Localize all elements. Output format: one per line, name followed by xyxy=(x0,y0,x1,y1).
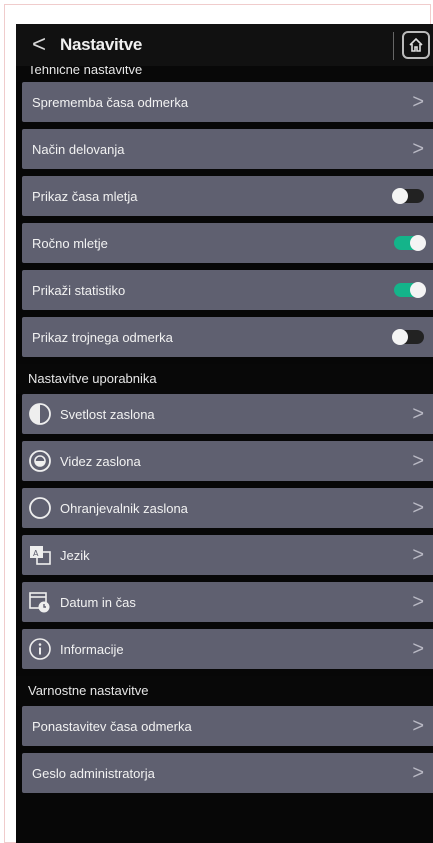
toggle-knob xyxy=(392,188,408,204)
screensaver-icon xyxy=(26,494,54,522)
chevron-right-icon: > xyxy=(412,496,424,519)
chevron-right-icon: > xyxy=(412,590,424,613)
language-icon: A xyxy=(26,541,54,569)
svg-text:A: A xyxy=(33,549,39,558)
setting-label: Informacije xyxy=(60,641,124,657)
setting-reset-dose-time[interactable]: Ponastavitev časa odmerka > xyxy=(22,706,433,746)
setting-change-dose-time[interactable]: Sprememba časa odmerka > xyxy=(22,82,433,122)
setting-screen-brightness[interactable]: Svetlost zaslona > xyxy=(22,394,433,434)
setting-label: Ročno mletje xyxy=(32,235,108,251)
calendar-clock-icon xyxy=(26,588,54,616)
header-divider xyxy=(393,32,394,60)
chevron-right-icon: > xyxy=(412,543,424,566)
setting-show-grind-time: Prikaz časa mletja xyxy=(22,176,433,216)
setting-label: Način delovanja xyxy=(32,141,125,157)
brightness-icon xyxy=(26,400,54,428)
setting-label: Videz zaslona xyxy=(60,453,141,469)
toggle-switch-off[interactable] xyxy=(392,188,424,204)
toggle-switch-on[interactable] xyxy=(394,282,426,298)
chevron-right-icon: > xyxy=(412,137,424,160)
setting-label: Prikaži statistiko xyxy=(32,282,126,298)
page-title: Nastavitve xyxy=(60,35,143,54)
chevron-right-icon: > xyxy=(412,449,424,472)
chevron-right-icon: > xyxy=(412,402,424,425)
setting-operating-mode[interactable]: Način delovanja > xyxy=(22,129,433,169)
toggle-switch-off[interactable] xyxy=(392,329,424,345)
chevron-right-icon: > xyxy=(412,761,424,784)
setting-show-statistics: Prikaži statistiko xyxy=(22,270,433,310)
setting-screen-appearance[interactable]: Videz zaslona > xyxy=(22,441,433,481)
appearance-icon xyxy=(26,447,54,475)
toggle-switch-on[interactable] xyxy=(394,235,426,251)
setting-label: Jezik xyxy=(60,547,90,563)
setting-label: Svetlost zaslona xyxy=(60,406,155,422)
section-safety: Varnostne nastavitve xyxy=(16,676,433,706)
setting-label: Prikaz trojnega odmerka xyxy=(32,329,173,345)
chevron-right-icon: > xyxy=(412,637,424,660)
setting-language[interactable]: A Jezik > xyxy=(22,535,433,575)
toggle-knob xyxy=(410,235,426,251)
top-bar: < Nastavitve xyxy=(16,24,433,66)
section-user: Nastavitve uporabnika xyxy=(16,364,433,394)
setting-label: Ohranjevalnik zaslona xyxy=(60,500,188,516)
toggle-knob xyxy=(392,329,408,345)
setting-label: Prikaz časa mletja xyxy=(32,188,138,204)
toggle-knob xyxy=(410,282,426,298)
setting-manual-grinding: Ročno mletje xyxy=(22,223,433,263)
setting-label: Geslo administratorja xyxy=(32,765,155,781)
setting-admin-password[interactable]: Geslo administratorja > xyxy=(22,753,433,793)
info-icon xyxy=(26,635,54,663)
home-icon xyxy=(409,37,423,52)
setting-screensaver[interactable]: Ohranjevalnik zaslona > xyxy=(22,488,433,528)
setting-triple-dose: Prikaz trojnega odmerka xyxy=(22,317,433,357)
settings-panel: < Nastavitve Tehnične nastavitve Spremem… xyxy=(16,24,433,843)
chevron-right-icon: > xyxy=(412,90,424,113)
home-button[interactable] xyxy=(402,31,430,59)
setting-information[interactable]: Informacije > xyxy=(22,629,433,669)
setting-label: Sprememba časa odmerka xyxy=(32,94,189,110)
setting-label: Datum in čas xyxy=(60,594,136,610)
setting-date-time[interactable]: Datum in čas > xyxy=(22,582,433,622)
setting-label: Ponastavitev časa odmerka xyxy=(32,718,192,734)
back-button[interactable]: < xyxy=(32,33,46,57)
chevron-right-icon: > xyxy=(412,714,424,737)
